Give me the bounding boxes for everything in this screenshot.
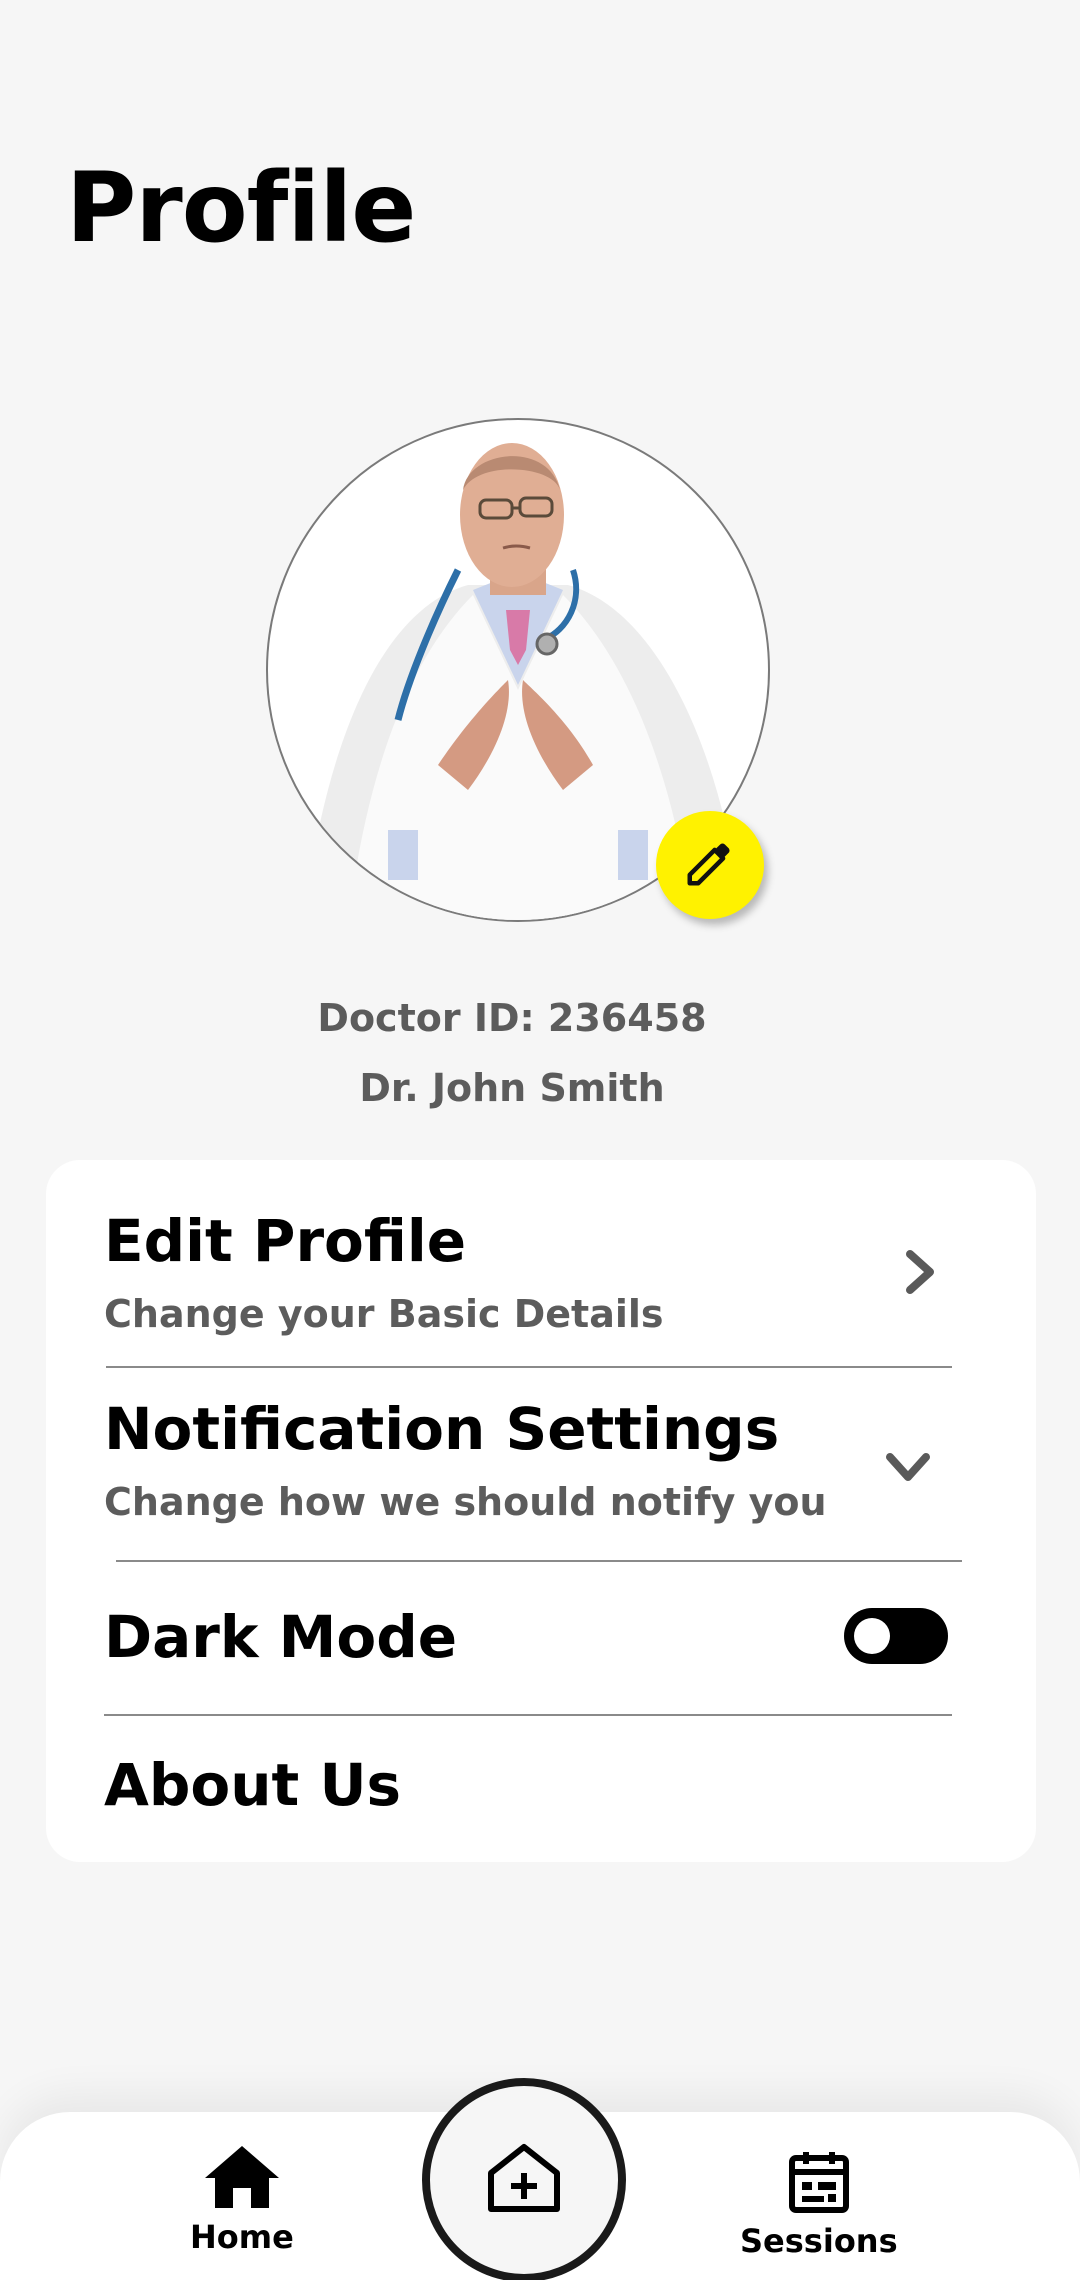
nav-home[interactable]: Home	[190, 2144, 294, 2256]
notification-settings-row[interactable]: Notification Settings Change how we shou…	[104, 1400, 964, 1524]
about-us-row[interactable]: About Us	[104, 1756, 964, 1814]
chevron-down-icon[interactable]	[884, 1443, 932, 1491]
nav-sessions-label: Sessions	[740, 2222, 898, 2260]
profile-screen: Profile Doctor ID: 236458 Dr. John Smith…	[0, 0, 1080, 2280]
notification-settings-title: Notification Settings	[104, 1395, 780, 1463]
dark-mode-title: Dark Mode	[104, 1603, 458, 1671]
nav-sessions[interactable]: Sessions	[740, 2150, 898, 2260]
edit-profile-title: Edit Profile	[104, 1207, 467, 1275]
home-icon	[203, 2144, 281, 2214]
nav-home-label: Home	[190, 2218, 294, 2256]
page-title: Profile	[66, 152, 416, 264]
avatar-container	[266, 418, 770, 922]
pencil-icon	[683, 836, 737, 894]
settings-card: Edit Profile Change your Basic Details N…	[46, 1160, 1036, 1862]
edit-photo-button[interactable]	[656, 811, 764, 919]
edit-profile-subtitle: Change your Basic Details	[104, 1292, 664, 1336]
dark-mode-row: Dark Mode	[104, 1608, 964, 1666]
edit-profile-row[interactable]: Edit Profile Change your Basic Details	[104, 1212, 964, 1336]
divider	[116, 1560, 962, 1562]
divider	[106, 1366, 952, 1368]
divider	[104, 1714, 952, 1716]
hospital-plus-icon	[487, 2143, 561, 2217]
calendar-icon	[788, 2150, 850, 2218]
notification-settings-subtitle: Change how we should notify you	[104, 1480, 827, 1524]
about-us-title: About Us	[104, 1751, 402, 1819]
toggle-knob	[854, 1618, 890, 1654]
doctor-id: Doctor ID: 236458	[317, 996, 707, 1040]
chevron-right-icon[interactable]	[896, 1248, 944, 1296]
dark-mode-toggle[interactable]	[844, 1608, 948, 1664]
add-appointment-button[interactable]	[422, 2078, 626, 2280]
doctor-name: Dr. John Smith	[359, 1066, 665, 1110]
